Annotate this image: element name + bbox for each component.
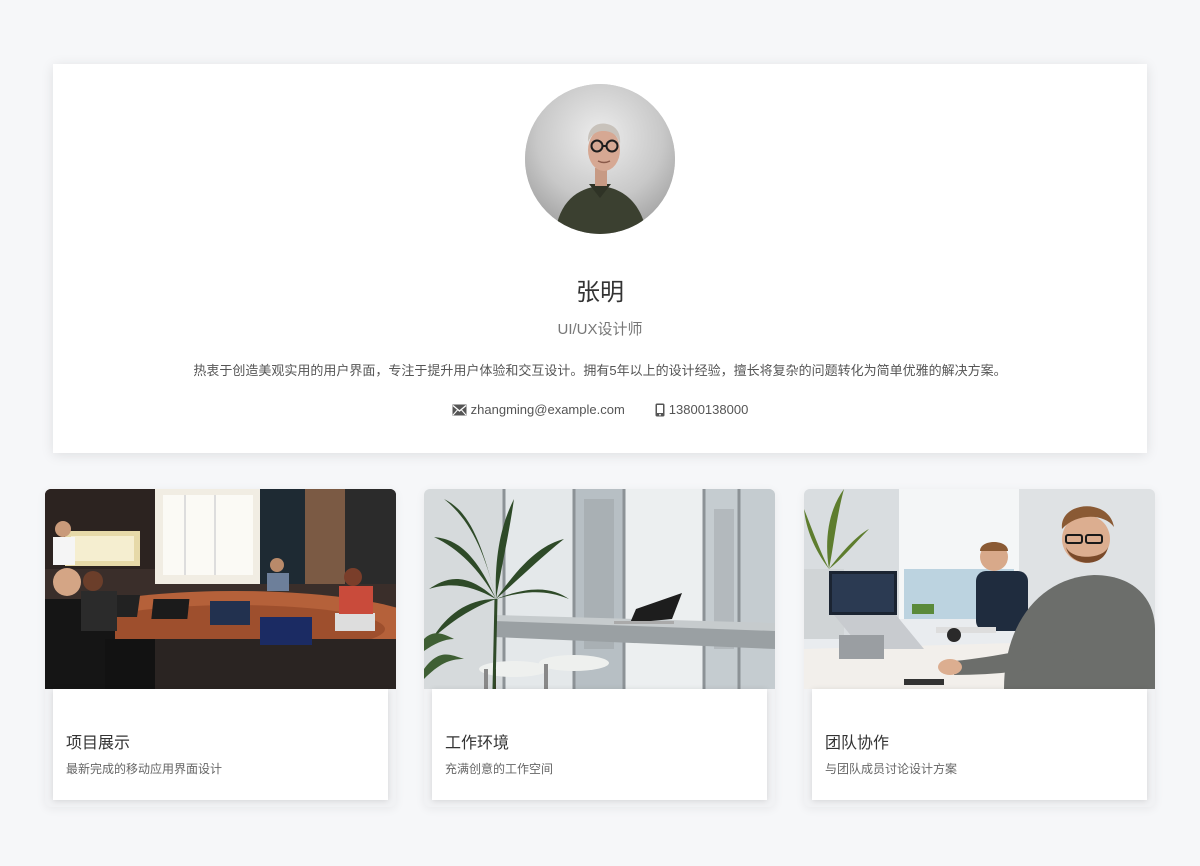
meeting-photo (45, 489, 396, 689)
profile-bio: 热衷于创造美观实用的用户界面，专注于提升用户体验和交互设计。拥有5年以上的设计经… (193, 363, 1007, 378)
email-link[interactable]: zhangming@example.com (452, 402, 625, 417)
card-body: 团队协作 与团队成员讨论设计方案 (812, 689, 1147, 800)
card-title: 项目展示 (66, 735, 131, 752)
email-text: zhangming@example.com (470, 402, 625, 417)
teamwork-photo (804, 489, 1155, 689)
card-description: 充满创意的工作空间 (445, 762, 554, 776)
card-title: 团队协作 (825, 735, 890, 752)
phone-text: 13800138000 (668, 402, 749, 417)
mail-icon (452, 404, 467, 415)
card-body: 项目展示 最新完成的移动应用界面设计 (53, 689, 388, 800)
profile-card: 张明 UI/UX设计师 热衷于创造美观实用的用户界面，专注于提升用户体验和交互设… (53, 64, 1147, 453)
phone-icon (655, 403, 665, 416)
workspace-photo (424, 489, 775, 689)
profile-name: 张明 (576, 279, 624, 306)
card-description: 最新完成的移动应用界面设计 (66, 762, 223, 776)
card-title: 工作环境 (445, 735, 510, 752)
profile-role: UI/UX设计师 (557, 321, 643, 338)
phone-link[interactable]: 13800138000 (655, 402, 749, 417)
gallery-card-projects[interactable]: 项目展示 最新完成的移动应用界面设计 (45, 489, 396, 807)
gallery-card-workspace[interactable]: 工作环境 充满创意的工作空间 (424, 489, 775, 807)
contact-row: zhangming@example.com 13800138000 (53, 402, 1147, 417)
avatar (525, 84, 675, 234)
card-description: 与团队成员讨论设计方案 (825, 762, 958, 776)
gallery-card-teamwork[interactable]: 团队协作 与团队成员讨论设计方案 (804, 489, 1155, 807)
card-body: 工作环境 充满创意的工作空间 (432, 689, 767, 800)
